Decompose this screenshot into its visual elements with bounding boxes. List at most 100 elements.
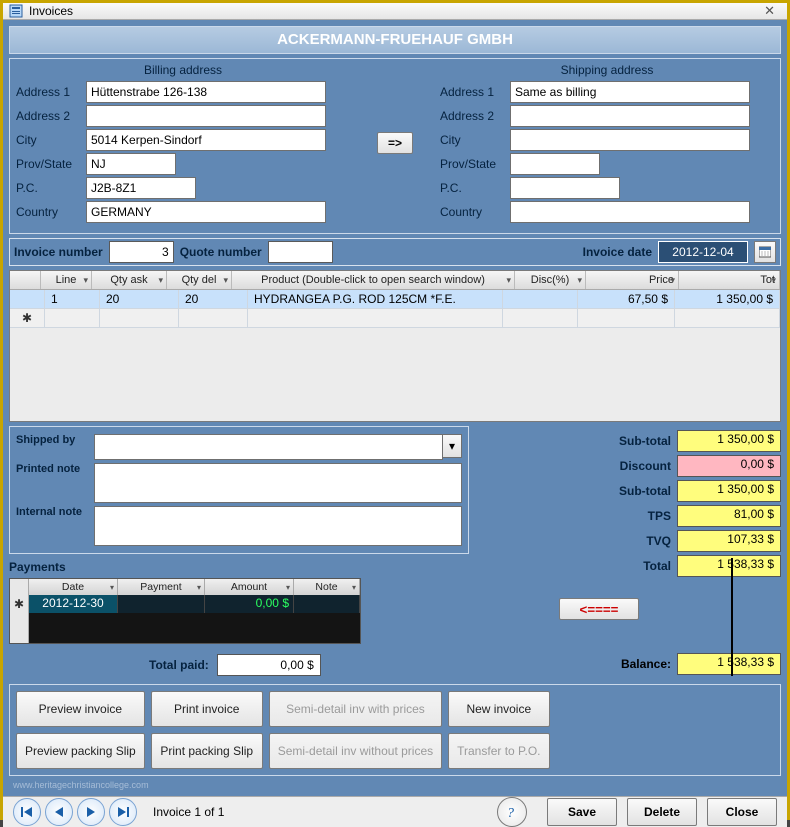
billing-pc-input[interactable] (86, 177, 196, 199)
nav-next-button[interactable] (77, 798, 105, 826)
payments-heading: Payments (9, 560, 469, 574)
cell-qty-ask[interactable]: 20 (100, 290, 179, 308)
shipped-by-label: Shipped by (16, 434, 94, 446)
billing-addr2-label: Address 2 (16, 109, 86, 123)
shipping-column: Shipping address Address 1 Address 2 Cit… (440, 61, 774, 225)
nav-first-button[interactable] (13, 798, 41, 826)
row-selector[interactable] (10, 290, 45, 308)
notes-panel: Shipped by ▾ Printed note Internal note (9, 426, 469, 554)
line-items-grid[interactable]: Line▾ Qty ask▾ Qty del▾ Product (Double-… (9, 270, 781, 422)
cell-tot[interactable]: 1 350,00 $ (675, 290, 780, 308)
copy-to-shipping-button[interactable]: => (377, 132, 413, 154)
semi-detail-with-prices-button: Semi-detail inv with prices (269, 691, 442, 727)
payments-grid[interactable]: Date▾ Payment▾ Amount▾ Note▾ ✱ 2012-12-3… (9, 578, 361, 644)
shipped-by-dropdown-button[interactable]: ▾ (443, 434, 462, 458)
invoice-meta-bar: Invoice number Quote number Invoice date (9, 238, 781, 266)
billing-prov-input[interactable] (86, 153, 176, 175)
payment-note[interactable] (294, 595, 360, 613)
invoice-date-input[interactable] (658, 241, 748, 263)
internal-note-input[interactable] (94, 506, 462, 546)
shipped-by-select[interactable] (94, 434, 443, 460)
total-paid-label: Total paid: (149, 658, 209, 672)
save-button[interactable]: Save (547, 798, 617, 826)
preview-invoice-button[interactable]: Preview invoice (16, 691, 145, 727)
billing-column: Billing address Address 1 Address 2 City… (16, 61, 350, 225)
client-area: ACKERMANN-FRUEHAUF GMBH Billing address … (3, 20, 787, 796)
payment-date[interactable]: 2012-12-30 (29, 595, 118, 613)
billing-addr1-input[interactable] (86, 81, 326, 103)
shipping-prov-label: Prov/State (440, 157, 510, 171)
window-close-button[interactable]: ✕ (758, 3, 781, 19)
shipping-addr1-label: Address 1 (440, 85, 510, 99)
new-row-icon: ✱ (14, 597, 24, 611)
payment-type[interactable] (118, 595, 205, 613)
billing-city-label: City (16, 133, 86, 147)
grid-row[interactable]: 1 20 20 HYDRANGEA P.G. ROD 125CM *F.E. 6… (10, 290, 780, 309)
cell-line[interactable]: 1 (45, 290, 100, 308)
shipping-city-label: City (440, 133, 510, 147)
balance-label: Balance: (621, 657, 671, 671)
pager-text: Invoice 1 of 1 (153, 805, 224, 819)
shipping-pc-input[interactable] (510, 177, 620, 199)
tps-label: TPS (561, 509, 671, 523)
lower-section: Shipped by ▾ Printed note Internal note (9, 426, 781, 680)
titlebar: Invoices ✕ (3, 3, 787, 20)
billing-addr2-input[interactable] (86, 105, 326, 127)
tvq-label: TVQ (561, 534, 671, 548)
shipping-heading: Shipping address (440, 63, 774, 77)
cell-price[interactable]: 67,50 $ (578, 290, 675, 308)
subtotal2-label: Sub-total (561, 484, 671, 498)
invoices-window: Invoices ✕ ACKERMANN-FRUEHAUF GMBH Billi… (0, 0, 790, 820)
shipping-addr2-input[interactable] (510, 105, 750, 127)
print-packing-button[interactable]: Print packing Slip (151, 733, 263, 769)
window-title: Invoices (29, 4, 73, 18)
shipping-city-input[interactable] (510, 129, 750, 151)
discount-value: 0,00 $ (677, 455, 781, 477)
transfer-po-button: Transfer to P.O. (448, 733, 549, 769)
cell-disc[interactable] (503, 290, 578, 308)
total-value: 1 538,33 $ (677, 555, 781, 577)
payment-amount[interactable]: 0,00 $ (205, 595, 294, 613)
shipping-country-label: Country (440, 205, 510, 219)
help-button[interactable]: ? (497, 797, 527, 827)
preview-packing-button[interactable]: Preview packing Slip (16, 733, 145, 769)
shipping-addr1-input[interactable] (510, 81, 750, 103)
shipping-prov-input[interactable] (510, 153, 600, 175)
invoice-date-label: Invoice date (583, 245, 652, 259)
app-icon (9, 4, 23, 18)
invoice-number-input[interactable] (109, 241, 174, 263)
cell-product[interactable]: HYDRANGEA P.G. ROD 125CM *F.E. (248, 290, 503, 308)
footer-bar: Invoice 1 of 1 ? Save Delete Close (3, 796, 787, 827)
svg-text:?: ? (507, 806, 514, 820)
calendar-icon[interactable] (754, 241, 776, 263)
billing-country-label: Country (16, 205, 86, 219)
delete-button[interactable]: Delete (627, 798, 697, 826)
billing-country-input[interactable] (86, 201, 326, 223)
nav-prev-button[interactable] (45, 798, 73, 826)
billing-city-input[interactable] (86, 129, 326, 151)
subtotal-label: Sub-total (561, 434, 671, 448)
nav-last-button[interactable] (109, 798, 137, 826)
quote-number-input[interactable] (268, 241, 333, 263)
billing-addr1-label: Address 1 (16, 85, 86, 99)
apply-arrow-button[interactable]: <==== (559, 598, 639, 620)
printed-note-input[interactable] (94, 463, 462, 503)
close-button[interactable]: Close (707, 798, 777, 826)
new-invoice-button[interactable]: New invoice (448, 691, 549, 727)
address-block: Billing address Address 1 Address 2 City… (9, 58, 781, 234)
shipping-country-input[interactable] (510, 201, 750, 223)
tvq-value: 107,33 $ (677, 530, 781, 552)
total-label: Total (561, 559, 671, 573)
printed-note-label: Printed note (16, 463, 94, 475)
new-row-icon: ✱ (22, 311, 32, 325)
quote-number-label: Quote number (180, 245, 262, 259)
internal-note-label: Internal note (16, 506, 94, 518)
shipping-addr2-label: Address 2 (440, 109, 510, 123)
payment-row[interactable]: ✱ 2012-12-30 0,00 $ (10, 595, 360, 613)
grid-new-row[interactable]: ✱ (10, 309, 780, 328)
cell-qty-del[interactable]: 20 (179, 290, 248, 308)
billing-heading: Billing address (16, 63, 350, 77)
grid-header: Line▾ Qty ask▾ Qty del▾ Product (Double-… (10, 271, 780, 290)
print-invoice-button[interactable]: Print invoice (151, 691, 263, 727)
billing-pc-label: P.C. (16, 181, 86, 195)
